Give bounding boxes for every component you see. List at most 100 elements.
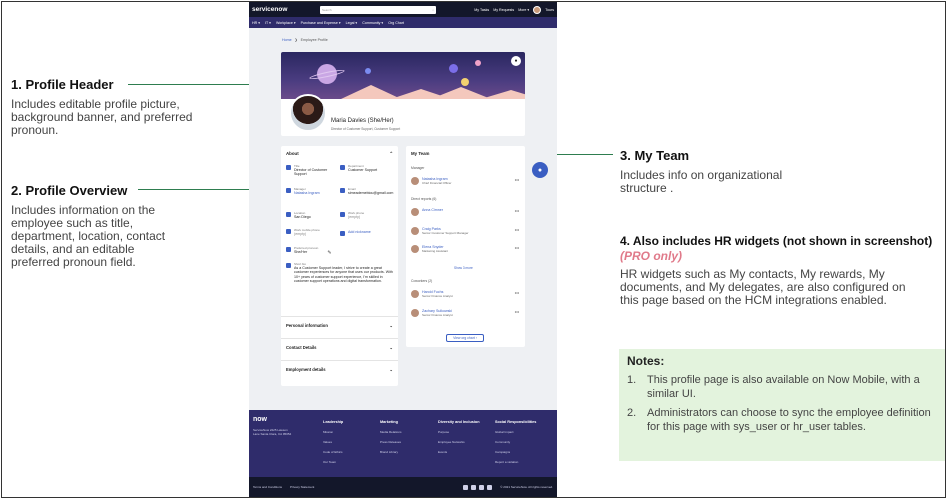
about-card: About ⌃ Title Director of Customer Support… (281, 146, 398, 386)
camera-icon[interactable]: ● (511, 56, 521, 66)
breadcrumb-home[interactable]: Home (282, 38, 292, 42)
arrow-to-profile-overview (138, 186, 269, 192)
team-member[interactable]: Elena Snyder Marketing Assistant ••• (411, 245, 519, 253)
annotation-profile-overview-text: Includes information on the employee suc… (11, 203, 166, 269)
nav-workplace[interactable]: Workplace ▾ (276, 21, 296, 25)
chevron-down-icon: ⌄ (389, 367, 393, 372)
annotation-profile-header-title: 1. Profile Header (11, 77, 114, 92)
footer: now ServiceNow 2225 Lawson Lane Santa Cl… (249, 410, 557, 477)
employment-details-section[interactable]: Employment details ⌄ (281, 360, 398, 378)
more-options-icon[interactable]: ••• (515, 208, 519, 216)
mountain (481, 90, 525, 99)
search-icon: ⌕ (432, 7, 434, 12)
privacy-link[interactable]: Privacy Statement (290, 485, 314, 489)
planet-small (461, 78, 469, 86)
facebook-icon[interactable] (471, 484, 477, 490)
user-avatar[interactable] (533, 5, 542, 14)
team-member[interactable]: Harold Fuchs Senior Finance Analyst ••• (411, 290, 519, 298)
more-menu[interactable]: More ▾ (518, 8, 529, 12)
profile-picture[interactable] (289, 94, 327, 132)
personal-information-section[interactable]: Personal information ⌄ (281, 316, 398, 334)
search-input[interactable]: Search ⌕ (320, 5, 436, 14)
footer-column-leadership: Leadership Mission Values Code of Ethics… (323, 420, 344, 464)
profile-header-card: ● Maria Davies (She/Her) Director of Cus… (281, 52, 525, 136)
terms-link[interactable]: Terms and Conditions (253, 485, 282, 489)
more-options-icon[interactable]: ••• (515, 290, 519, 298)
team-member[interactable]: Anna Cimner ••• (411, 208, 519, 216)
pronoun-icon (286, 247, 291, 252)
annotation-profile-overview-title: 2. Profile Overview (11, 183, 128, 198)
direct-reports-label: Direct reports (6) (411, 197, 437, 201)
location-pin-icon (286, 212, 291, 217)
planet-small (365, 68, 371, 74)
copyright: © 2021 ServiceNow. All rights reserved. (500, 485, 553, 489)
notes-title: Notes: (627, 354, 665, 368)
linkedin-icon[interactable] (479, 484, 485, 490)
mobile-icon (286, 229, 291, 234)
mobile-phone-field: Work mobile phone (empty) (286, 228, 338, 236)
show-more-link[interactable]: Show 3 more (454, 266, 473, 270)
work-phone-field: Work phone (empty) (340, 211, 394, 219)
twitter-icon[interactable] (463, 484, 469, 490)
profile-name: Maria Davies (She/Her) (331, 118, 394, 124)
location-field: Location San Diego (286, 211, 338, 219)
tours-link[interactable]: Tours (545, 8, 554, 12)
team-member[interactable]: Natasha Ingram Chief Financial Officer ••… (411, 177, 519, 185)
social-icons (463, 484, 493, 490)
footer-column-diversity: Diversity and Inclusion Purpose Employee… (438, 420, 480, 454)
avatar (411, 290, 419, 298)
team-member[interactable]: Zachary Sulkowski Senior Finance Analyst … (411, 309, 519, 317)
nav-purchase-expense[interactable]: Purchase and Expense ▾ (301, 21, 341, 25)
avatar (411, 309, 419, 317)
add-nickname-link[interactable]: Add nickname (348, 230, 371, 236)
background-banner[interactable]: ● (281, 52, 525, 99)
more-options-icon[interactable]: ••• (515, 309, 519, 317)
chevron-up-icon: ⌃ (389, 151, 393, 156)
avatar (411, 208, 419, 216)
notes-box: Notes: 1. This profile page is also avail… (619, 349, 945, 461)
planet-small (475, 60, 481, 66)
more-options-icon[interactable]: ••• (515, 177, 519, 185)
about-header[interactable]: About ⌃ (281, 146, 398, 162)
manager-label: Manager (411, 166, 425, 170)
breadcrumb-separator-icon: ❯ (294, 38, 298, 42)
title-field: Title Director of Customer Support (286, 164, 338, 177)
main-nav: HR ▾ IT ▾ Workplace ▾ Purchase and Expen… (249, 17, 557, 28)
team-member[interactable]: Craig Parks Senior Customer Support Manag… (411, 227, 519, 235)
nav-it[interactable]: IT ▾ (265, 21, 271, 25)
pronoun-field: Preferred pronoun She/Her ✎ (286, 246, 356, 256)
manager-field: Manager Natasha Ingram (286, 187, 338, 195)
chevron-down-icon: ⌄ (389, 323, 393, 328)
nav-org-chart[interactable]: Org Chart (388, 21, 404, 25)
top-links: My Tasks My Requests More ▾ Tours (474, 5, 554, 14)
breadcrumb-current: Employee Profile (300, 38, 328, 42)
nav-community[interactable]: Community ▾ (362, 21, 383, 25)
my-tasks-link[interactable]: My Tasks (474, 8, 489, 12)
note-item: 2. Administrators can choose to sync the … (627, 407, 931, 433)
coworkers-label: Coworkers (2) (411, 279, 433, 283)
view-org-chart-button[interactable]: View org chart › (446, 334, 484, 342)
my-requests-link[interactable]: My Requests (493, 8, 514, 12)
building-icon (340, 165, 345, 170)
portal-screenshot: servicenow Search ⌕ My Tasks My Requests … (249, 2, 557, 497)
contact-details-section[interactable]: Contact Details ⌄ (281, 338, 398, 356)
servicenow-logo[interactable]: servicenow (252, 6, 320, 13)
annotation-my-team-text: Includes info on organizational structur… (620, 168, 783, 195)
chat-icon[interactable]: ● (532, 162, 548, 178)
email-field: Email simeademebiou@gmail.com (340, 187, 394, 195)
youtube-icon[interactable] (487, 484, 493, 490)
edit-pencil-icon[interactable]: ✎ (327, 250, 331, 256)
plus-icon (340, 231, 345, 236)
chevron-down-icon: ⌄ (389, 345, 393, 350)
annotation-my-team-title: 3. My Team (620, 148, 690, 163)
my-team-header: My Team (411, 151, 430, 156)
breadcrumb: Home ❯ Employee Profile (282, 38, 328, 42)
phone-icon (340, 212, 345, 217)
nav-legal[interactable]: Legal ▾ (346, 21, 358, 25)
nav-hr[interactable]: HR ▾ (252, 21, 260, 25)
add-nickname-field: Add nickname (340, 230, 394, 236)
planet-small (449, 64, 458, 73)
more-options-icon[interactable]: ••• (515, 245, 519, 253)
more-options-icon[interactable]: ••• (515, 227, 519, 235)
avatar (411, 177, 419, 185)
